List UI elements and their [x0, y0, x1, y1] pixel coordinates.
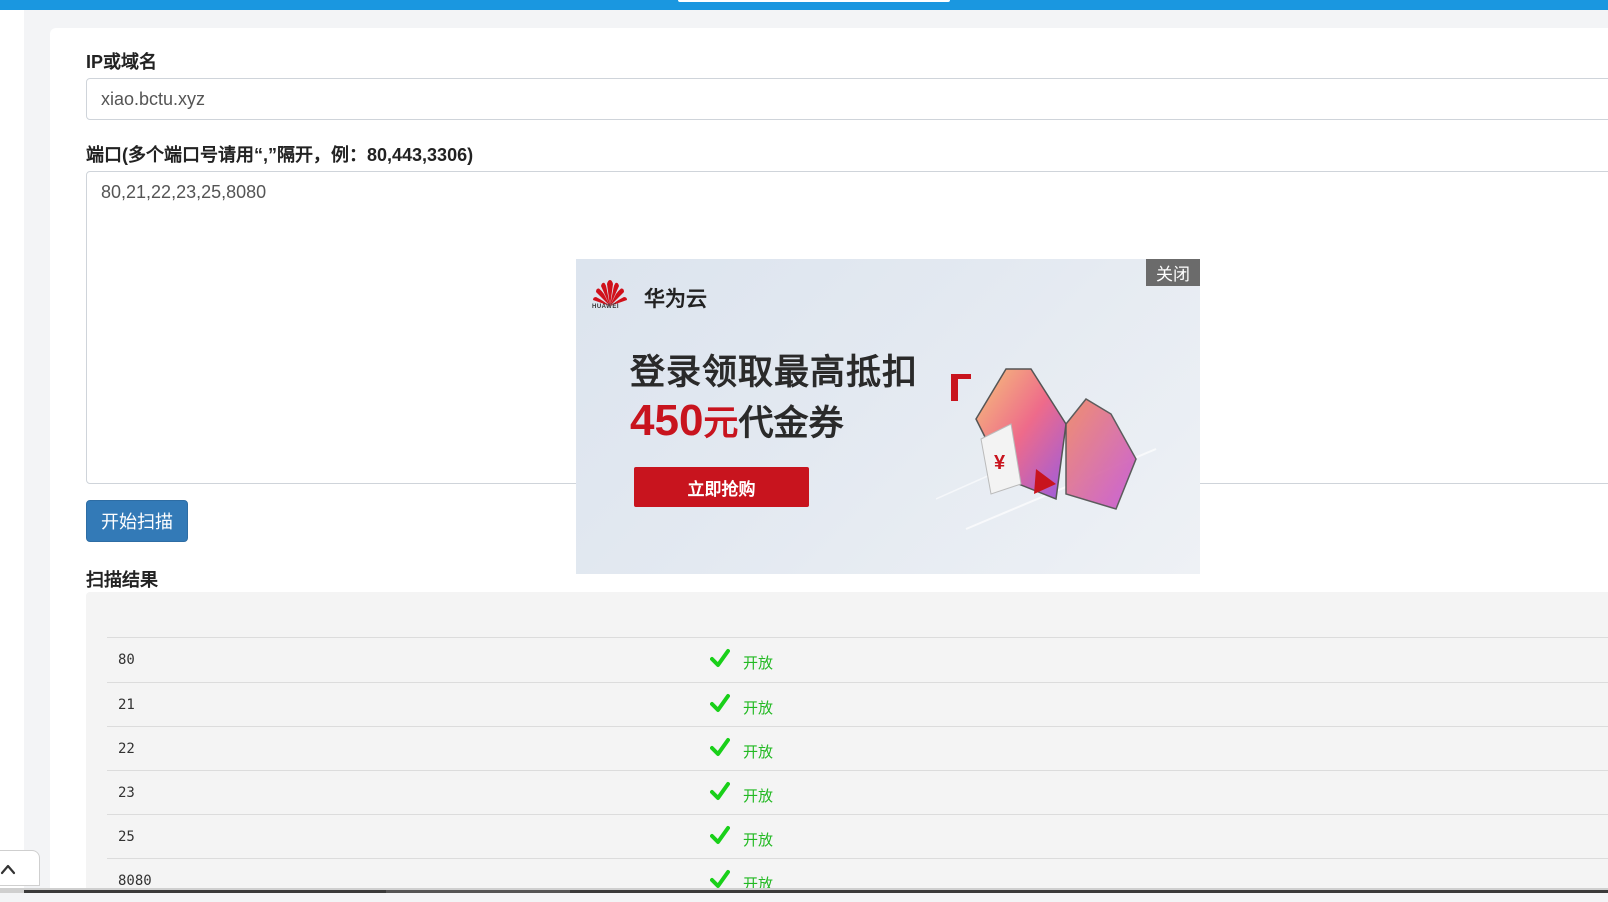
- results-label: 扫描结果: [86, 570, 158, 590]
- status-open: 开放: [743, 788, 774, 805]
- browser-top-bar: [0, 0, 1608, 10]
- svg-text:¥: ¥: [994, 452, 1006, 474]
- status-open: 开放: [743, 700, 774, 717]
- ad-headline: 登录领取最高抵扣: [630, 353, 919, 392]
- ad-brand-name: 华为云: [644, 288, 707, 311]
- host-input[interactable]: xiao.bctu.xyz: [86, 78, 1608, 120]
- check-icon: [710, 782, 730, 800]
- check-icon: [710, 738, 730, 756]
- result-row: 23 开放: [107, 770, 1608, 814]
- chevron-up-icon: [0, 864, 16, 875]
- port-number: 23: [118, 785, 135, 801]
- result-row: 22 开放: [107, 726, 1608, 770]
- start-scan-button[interactable]: 开始扫描: [86, 500, 188, 542]
- ad-buy-now-button[interactable]: 立即抢购: [634, 467, 809, 507]
- left-gutter: [0, 10, 24, 893]
- scroll-to-top-button[interactable]: [0, 850, 40, 886]
- ad-offer: 450元代金券: [630, 395, 843, 446]
- check-icon: [710, 649, 730, 667]
- status-open: 开放: [743, 832, 774, 849]
- check-icon: [710, 694, 730, 712]
- host-label: IP或域名: [86, 52, 158, 72]
- ports-label: 端口(多个端口号请用“,”隔开，例：80,443,3306): [86, 145, 474, 165]
- port-number: 8080: [118, 873, 152, 889]
- port-number: 22: [118, 741, 135, 757]
- result-row: 25 开放: [107, 814, 1608, 858]
- ad-close-button[interactable]: 关闭: [1146, 259, 1200, 286]
- port-number: 21: [118, 697, 135, 713]
- ad-amount-suffix: 代金券: [738, 404, 844, 443]
- result-row: 80 开放: [107, 637, 1608, 681]
- ad-logo-word: HUAWEI: [592, 304, 619, 310]
- status-open: 开放: [743, 655, 774, 672]
- tab-indicator: [678, 0, 950, 2]
- result-row: 21 开放: [107, 682, 1608, 726]
- result-row: 8080 开放: [107, 858, 1608, 902]
- check-icon: [710, 826, 730, 844]
- status-open: 开放: [743, 744, 774, 761]
- huawei-cloud-ad[interactable]: HUAWEI 华为云 登录领取最高抵扣 450元代金券 立即抢购 ¥ 关闭: [576, 259, 1200, 574]
- port-number: 80: [118, 652, 135, 668]
- coupon-illustration: ¥: [936, 368, 1157, 530]
- port-number: 25: [118, 829, 135, 845]
- ad-amount-unit: 元: [703, 404, 739, 443]
- ad-amount: 450: [630, 396, 704, 445]
